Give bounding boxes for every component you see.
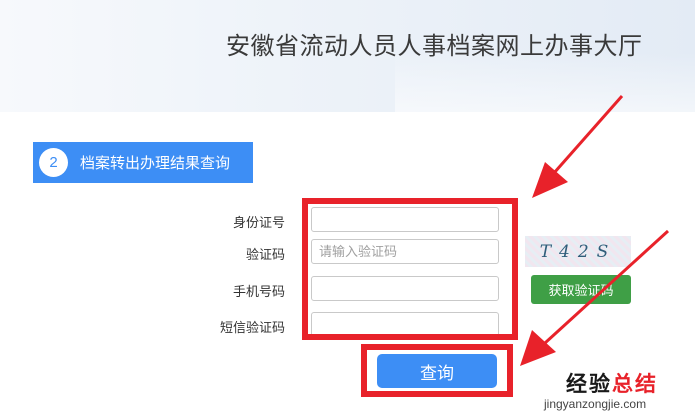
step-title: 档案转出办理结果查询 [80, 155, 231, 172]
site-watermark: 经验总结 jingyanzongjie.com [532, 368, 688, 414]
id-number-label: 身份证号 [232, 215, 285, 230]
sms-code-label: 短信验证码 [219, 320, 285, 335]
portal-title: 安徽省流动人员人事档案网上办事大厅 [226, 33, 643, 60]
id-number-input[interactable] [311, 207, 499, 232]
captcha-image[interactable]: T42S [525, 236, 631, 267]
step-banner: 2 档案转出办理结果查询 [33, 142, 253, 183]
query-button[interactable]: 查询 [377, 354, 497, 388]
captcha-input[interactable] [311, 239, 499, 264]
watermark-url: jingyanzongjie.com [544, 397, 647, 411]
phone-label: 手机号码 [232, 284, 285, 299]
watermark-main: 经验总结 [566, 373, 658, 396]
get-sms-code-button[interactable]: 获取验证码 [531, 275, 631, 304]
captcha-label: 验证码 [245, 247, 285, 262]
step-number-badge: 2 [39, 148, 68, 177]
sms-code-input[interactable] [311, 312, 499, 337]
phone-input[interactable] [311, 276, 499, 301]
